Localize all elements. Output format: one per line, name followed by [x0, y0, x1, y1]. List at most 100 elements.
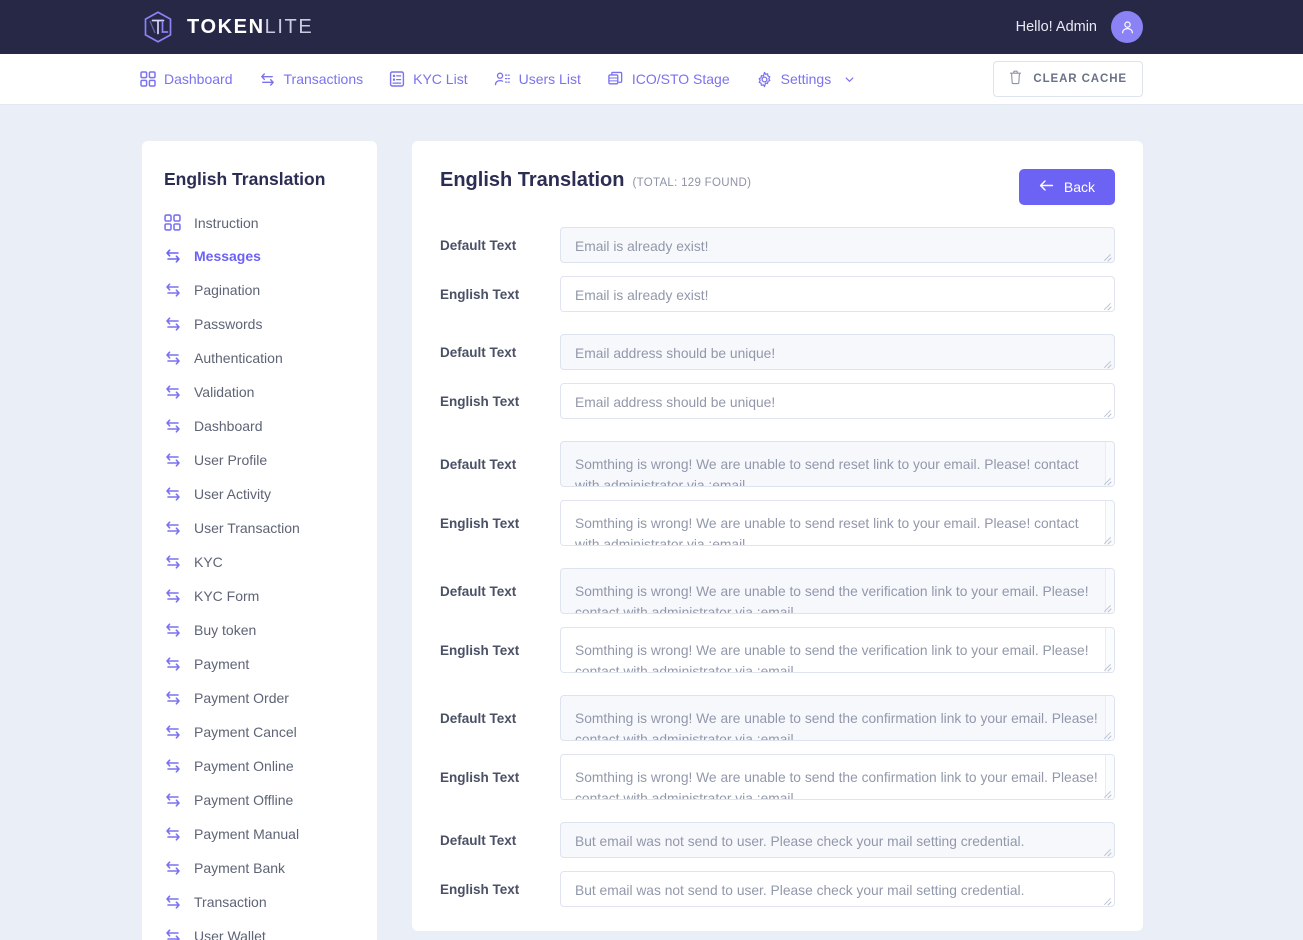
- textarea-scrollbar[interactable]: [1105, 755, 1114, 799]
- textarea-scrollbar[interactable]: [1105, 696, 1114, 740]
- coins-stack-icon: [607, 71, 624, 88]
- sidebar-item-pagination[interactable]: Pagination: [142, 273, 377, 307]
- textarea-scrollbar[interactable]: [1105, 569, 1114, 613]
- nav-item-users-list[interactable]: Users List: [494, 71, 581, 88]
- resize-handle-icon[interactable]: [1102, 300, 1112, 310]
- transfer-icon: [164, 689, 182, 707]
- default-text-field: Email is already exist!: [560, 227, 1115, 263]
- sidebar-item-payment-order[interactable]: Payment Order: [142, 681, 377, 715]
- sidebar-item-user-wallet[interactable]: User Wallet: [142, 919, 377, 940]
- sidebar-item-passwords[interactable]: Passwords: [142, 307, 377, 341]
- sidebar-item-kyc-form[interactable]: KYC Form: [142, 579, 377, 613]
- sidebar-item-payment[interactable]: Payment: [142, 647, 377, 681]
- resize-handle-icon[interactable]: [1102, 895, 1112, 905]
- sidebar-item-label: Payment Cancel: [194, 724, 297, 740]
- default-text-row: Default Text Email is already exist!: [440, 227, 1115, 263]
- translation-group: Default Text Somthing is wrong! We are un…: [440, 695, 1115, 800]
- sidebar-item-validation[interactable]: Validation: [142, 375, 377, 409]
- english-text-field[interactable]: Somthing is wrong! We are unable to send…: [560, 500, 1115, 546]
- sidebar-item-payment-bank[interactable]: Payment Bank: [142, 851, 377, 885]
- english-text-field[interactable]: But email was not send to user. Please c…: [560, 871, 1115, 907]
- clear-cache-button[interactable]: CLEAR CACHE: [993, 61, 1143, 97]
- english-text-field[interactable]: Somthing is wrong! We are unable to send…: [560, 627, 1115, 673]
- default-text-label: Default Text: [440, 832, 517, 848]
- sidebar-item-label: Messages: [194, 248, 261, 264]
- back-button[interactable]: Back: [1018, 169, 1115, 205]
- english-text-field[interactable]: Email is already exist!: [560, 276, 1115, 312]
- user-menu[interactable]: Hello! Admin: [1016, 11, 1143, 43]
- page-title-text: English Translation: [440, 169, 625, 191]
- translation-group: Default Text Email address should be uniq…: [440, 334, 1115, 419]
- sidebar-item-kyc[interactable]: KYC: [142, 545, 377, 579]
- brand-name: TOKENLITE: [187, 16, 314, 38]
- transfer-icon: [164, 417, 182, 435]
- trash-icon: [1009, 70, 1022, 88]
- main-header: English Translation (TOTAL: 129 FOUND) B…: [440, 169, 1115, 205]
- resize-handle-icon[interactable]: [1102, 251, 1112, 261]
- textarea-scrollbar[interactable]: [1105, 501, 1114, 545]
- nav-label: ICO/STO Stage: [631, 71, 730, 87]
- avatar[interactable]: [1111, 11, 1143, 43]
- english-text-row: English Text Email is already exist!: [440, 276, 1115, 312]
- transfer-icon: [164, 825, 182, 843]
- nav-item-transactions[interactable]: Transactions: [259, 71, 363, 88]
- nav-item-settings[interactable]: Settings: [756, 71, 856, 88]
- nav-item-dashboard[interactable]: Dashboard: [140, 71, 233, 87]
- default-text-label: Default Text: [440, 456, 517, 472]
- transfer-icon: [259, 71, 276, 88]
- nav-item-ico-sto-stage[interactable]: ICO/STO Stage: [607, 71, 730, 88]
- resize-handle-icon[interactable]: [1102, 407, 1112, 417]
- brand-logo[interactable]: TOKENLITE: [140, 9, 313, 45]
- transfer-icon: [164, 553, 182, 571]
- resize-handle-icon[interactable]: [1102, 846, 1112, 856]
- sidebar-item-label: Validation: [194, 384, 255, 400]
- english-text-row: English Text But email was not send to us…: [440, 871, 1115, 907]
- translation-group: Default Text But email was not send to us…: [440, 822, 1115, 907]
- nav-item-kyc-list[interactable]: KYC List: [389, 71, 468, 87]
- sidebar-item-user-transaction[interactable]: User Transaction: [142, 511, 377, 545]
- sidebar-item-label: User Activity: [194, 486, 272, 502]
- translation-group: Default Text Email is already exist! Engli…: [440, 227, 1115, 312]
- sidebar-item-label: Payment Order: [194, 690, 289, 706]
- english-text-value: Email is already exist!: [575, 288, 709, 303]
- english-text-value: Somthing is wrong! We are unable to send…: [575, 770, 1098, 800]
- english-text-field[interactable]: Email address should be unique!: [560, 383, 1115, 419]
- page-body: English Translation Instruction Messages P…: [0, 105, 1303, 940]
- english-text-label: English Text: [440, 881, 520, 897]
- sidebar-item-payment-offline[interactable]: Payment Offline: [142, 783, 377, 817]
- sidebar-item-instruction[interactable]: Instruction: [142, 206, 377, 239]
- transfer-icon: [164, 519, 182, 537]
- sidebar-item-label: Authentication: [194, 350, 283, 366]
- english-text-label: English Text: [440, 642, 520, 658]
- english-text-field[interactable]: Somthing is wrong! We are unable to send…: [560, 754, 1115, 800]
- sidebar-item-user-profile[interactable]: User Profile: [142, 443, 377, 477]
- clear-cache-label: CLEAR CACHE: [1033, 73, 1127, 85]
- sidebar-item-user-activity[interactable]: User Activity: [142, 477, 377, 511]
- sidebar-item-label: Passwords: [194, 316, 263, 332]
- textarea-scrollbar[interactable]: [1105, 628, 1114, 672]
- main-nav: Dashboard Transactions KYC List Users Li…: [0, 54, 1303, 105]
- sidebar-item-transaction[interactable]: Transaction: [142, 885, 377, 919]
- sidebar-item-payment-online[interactable]: Payment Online: [142, 749, 377, 783]
- sidebar-item-label: User Wallet: [194, 928, 266, 940]
- default-text-value: But email was not send to user. Please c…: [575, 834, 1025, 849]
- nav-label: Users List: [518, 71, 581, 87]
- translation-sidebar: English Translation Instruction Messages P…: [142, 141, 377, 940]
- sidebar-item-authentication[interactable]: Authentication: [142, 341, 377, 375]
- english-text-value: Email address should be unique!: [575, 395, 776, 410]
- grid-icon: [140, 71, 156, 87]
- sidebar-item-payment-cancel[interactable]: Payment Cancel: [142, 715, 377, 749]
- sidebar-item-label: Payment Bank: [194, 860, 286, 876]
- textarea-scrollbar[interactable]: [1105, 442, 1114, 486]
- default-text-field: Email address should be unique!: [560, 334, 1115, 370]
- sidebar-item-payment-manual[interactable]: Payment Manual: [142, 817, 377, 851]
- english-text-label: English Text: [440, 515, 520, 531]
- grid-icon: [164, 214, 182, 231]
- sidebar-item-label: User Transaction: [194, 520, 300, 536]
- sidebar-item-buy-token[interactable]: Buy token: [142, 613, 377, 647]
- transfer-icon: [164, 791, 182, 809]
- resize-handle-icon[interactable]: [1102, 358, 1112, 368]
- sidebar-item-messages[interactable]: Messages: [142, 239, 377, 273]
- sidebar-item-dashboard[interactable]: Dashboard: [142, 409, 377, 443]
- default-text-field: Somthing is wrong! We are unable to send…: [560, 695, 1115, 741]
